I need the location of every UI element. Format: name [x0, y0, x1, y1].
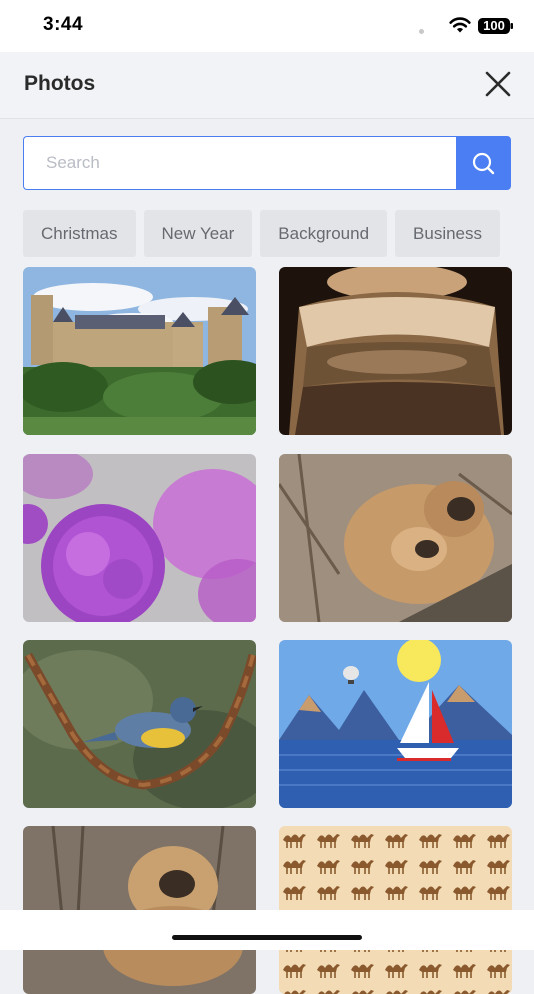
- category-chip-business[interactable]: Business: [395, 210, 501, 257]
- page-title: Photos: [24, 72, 96, 95]
- photo-bird-on-chain[interactable]: [23, 640, 256, 808]
- monkeys-image: [279, 454, 512, 622]
- photo-castle[interactable]: [23, 267, 256, 435]
- bottom-bar: [0, 910, 534, 950]
- category-chip-new-year[interactable]: New Year: [143, 210, 253, 257]
- search-icon: [472, 152, 495, 175]
- search-input[interactable]: [24, 137, 457, 189]
- status-bar: 3:44 100: [0, 0, 534, 52]
- header: Photos: [0, 52, 534, 119]
- flowers-image: [23, 454, 256, 622]
- close-icon: [485, 71, 511, 97]
- category-chip-christmas[interactable]: Christmas: [23, 210, 136, 257]
- category-chip-background[interactable]: Background: [260, 210, 388, 257]
- sailboat-image: [279, 640, 512, 808]
- photo-purple-flowers[interactable]: [23, 454, 256, 622]
- search-box: [23, 136, 457, 190]
- status-time: 3:44: [43, 14, 84, 35]
- close-button[interactable]: [480, 66, 516, 102]
- photo-monkeys[interactable]: [279, 454, 512, 622]
- battery-level: 100: [483, 18, 505, 33]
- photo-jar[interactable]: [279, 267, 512, 435]
- home-indicator[interactable]: [172, 935, 362, 940]
- search-button[interactable]: [456, 136, 511, 190]
- photo-sailboat[interactable]: [279, 640, 512, 808]
- castle-image: [23, 267, 256, 435]
- jar-image: [279, 267, 512, 435]
- wifi-icon: [449, 17, 471, 33]
- bird-image: [23, 640, 256, 808]
- category-chips: Christmas New Year Background Business: [23, 210, 511, 258]
- status-dot: [419, 29, 424, 34]
